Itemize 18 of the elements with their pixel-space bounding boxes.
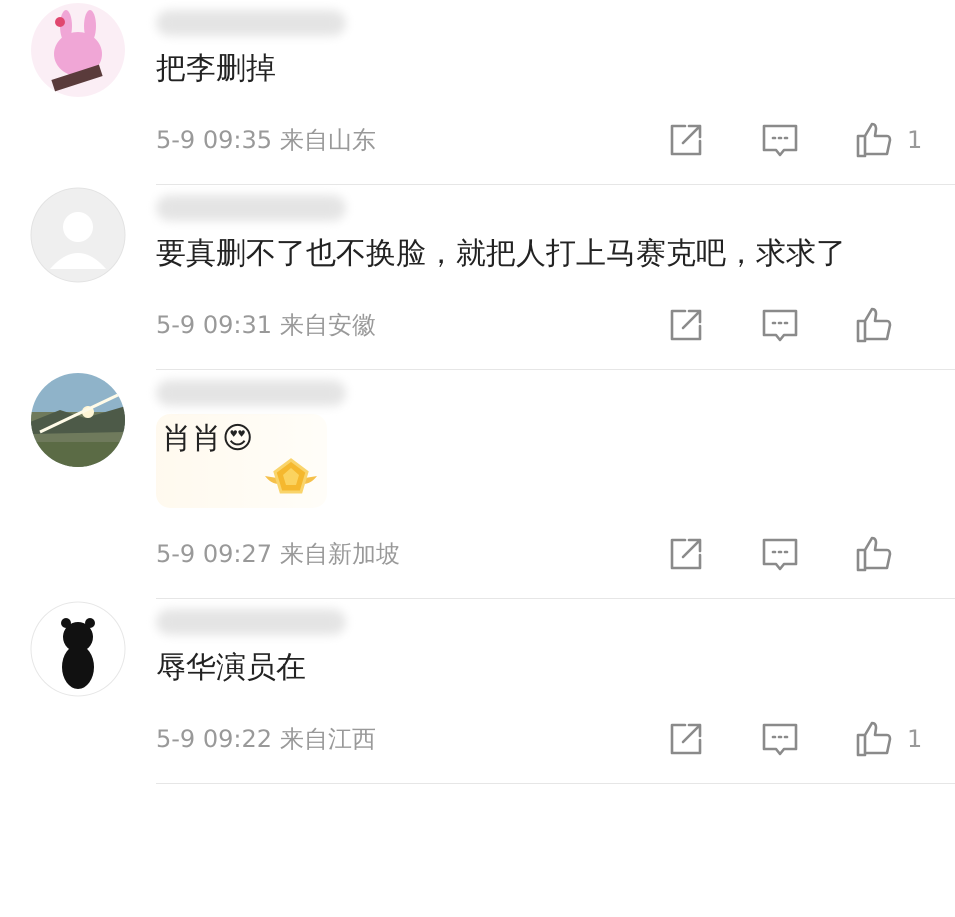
thumbs-up-icon[interactable]: [855, 121, 893, 159]
thumbs-up-icon[interactable]: [855, 535, 893, 573]
like-count: 1: [907, 724, 922, 755]
comment-text: 肖肖😍: [162, 420, 254, 458]
comment-text: 辱华演员在: [156, 650, 306, 685]
comment-location: 来自新加坡: [280, 539, 400, 570]
like-count: 1: [907, 125, 922, 156]
comment-time: 5-9 09:35: [156, 125, 272, 156]
comment-location: 来自江西: [280, 724, 376, 755]
comment-text: 把李删掉: [156, 51, 276, 86]
comment-time: 5-9 09:31: [156, 310, 272, 341]
comment-time: 5-9 09:27: [156, 539, 272, 570]
comment-text: 要真删不了也不换脸，就把人打上马赛克吧，求求了: [156, 236, 846, 271]
thumbs-up-icon[interactable]: [855, 306, 893, 344]
comment-location: 来自山东: [280, 125, 376, 156]
thumbs-up-icon[interactable]: [855, 720, 893, 758]
comment-location: 来自安徽: [280, 310, 376, 341]
comment-time: 5-9 09:22: [156, 724, 272, 755]
